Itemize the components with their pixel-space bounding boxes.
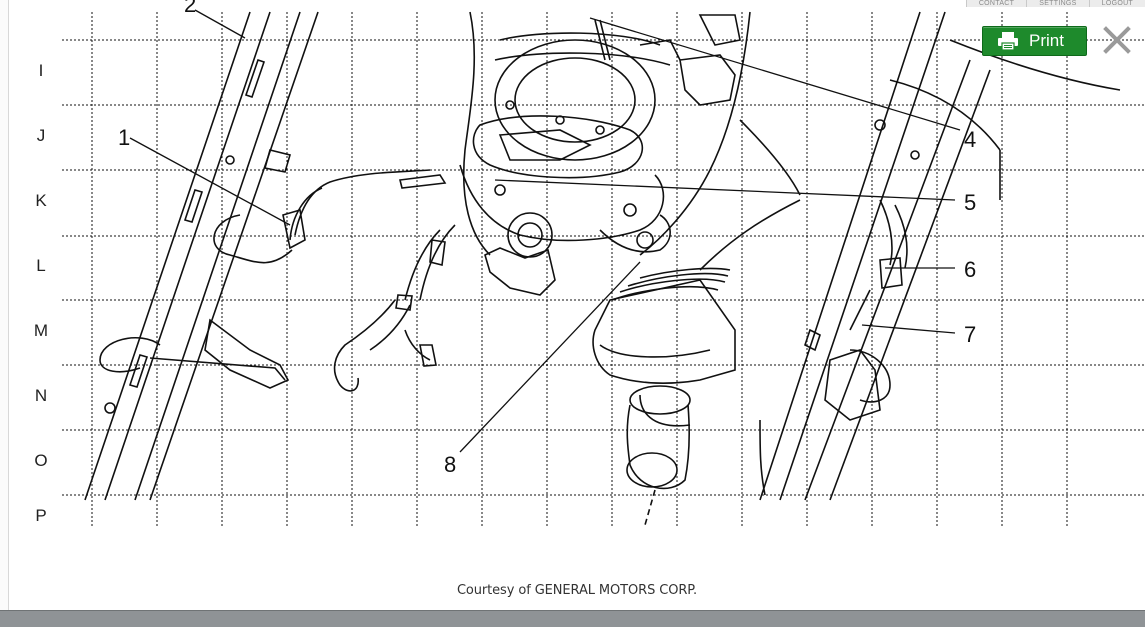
- row-label-n: N: [34, 386, 48, 405]
- callout-4: 4: [964, 127, 977, 152]
- callout-8: 8: [444, 452, 457, 477]
- printer-icon: [998, 32, 1018, 51]
- callout-1: 1: [118, 125, 131, 150]
- callout-5: 5: [964, 190, 977, 215]
- row-label-l: L: [36, 256, 46, 275]
- row-label-k: K: [35, 191, 47, 210]
- wiring-diagram: [62, 9, 1145, 528]
- leader-lines: [129, 9, 961, 453]
- row-label-m: M: [33, 321, 49, 340]
- row-label-i: I: [38, 61, 44, 80]
- row-label-o: O: [34, 451, 48, 470]
- callout-2: 2: [184, 0, 197, 17]
- callout-6: 6: [964, 257, 977, 282]
- bottom-bar: [0, 610, 1145, 627]
- row-label-p: P: [35, 506, 47, 525]
- row-label-j: J: [36, 126, 46, 145]
- print-button[interactable]: Print: [982, 26, 1087, 56]
- exhaust: [592, 119, 801, 526]
- diagram-viewer: CONTACT SETTINGS LOGOUT I J K L M N O P …: [0, 0, 1145, 627]
- print-label: Print: [1029, 31, 1064, 50]
- diagram-credit: Courtesy of GENERAL MOTORS CORP.: [456, 583, 698, 598]
- callout-7: 7: [964, 322, 977, 347]
- close-icon[interactable]: [1100, 23, 1134, 57]
- transmission: [459, 11, 751, 296]
